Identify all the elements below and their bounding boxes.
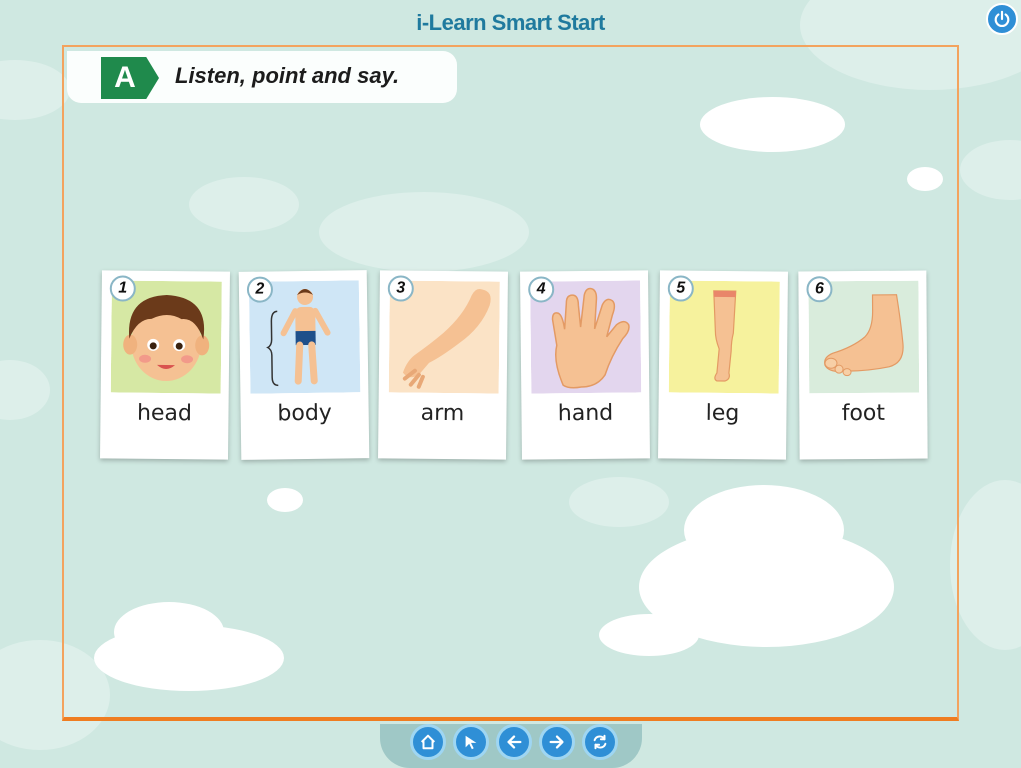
flashcard-body[interactable]: 2 body bbox=[238, 270, 370, 460]
background-cloud bbox=[319, 192, 529, 272]
flashcard-arm[interactable]: 3 arm bbox=[378, 270, 508, 460]
refresh-button[interactable] bbox=[582, 724, 618, 760]
background-cloud bbox=[114, 602, 224, 662]
activity-badge: A bbox=[101, 57, 159, 99]
refresh-icon bbox=[593, 734, 607, 750]
background-cloud bbox=[599, 614, 699, 656]
flashcard-leg[interactable]: 5 leg bbox=[658, 270, 788, 460]
instruction-text: Listen, point and say. bbox=[175, 63, 400, 88]
power-button[interactable] bbox=[986, 3, 1018, 35]
home-icon bbox=[420, 734, 436, 750]
pointer-button[interactable] bbox=[453, 724, 489, 760]
background-cloud bbox=[950, 480, 1021, 650]
card-number: 4 bbox=[528, 276, 555, 303]
background-cloud bbox=[684, 485, 844, 575]
card-word: leg bbox=[705, 400, 740, 427]
home-button[interactable] bbox=[410, 724, 446, 760]
card-word: body bbox=[277, 400, 333, 427]
activity-stage: A Listen, point and say. 1 head 2 body 3… bbox=[62, 45, 959, 721]
card-word: head bbox=[136, 400, 193, 427]
card-word: hand bbox=[557, 400, 614, 427]
card-number: 1 bbox=[109, 275, 136, 302]
background-cloud bbox=[0, 360, 50, 420]
background-cloud bbox=[0, 60, 70, 120]
flashcard-foot[interactable]: 6 foot bbox=[798, 270, 928, 460]
power-icon bbox=[994, 10, 1010, 28]
app-title: i-Learn Smart Start bbox=[416, 10, 605, 35]
instruction-banner: A Listen, point and say. bbox=[67, 51, 457, 103]
flashcard-hand[interactable]: 4 hand bbox=[520, 270, 650, 460]
card-number: 3 bbox=[387, 275, 414, 302]
back-button[interactable] bbox=[496, 724, 532, 760]
background-cloud bbox=[267, 488, 303, 512]
back-arrow-icon bbox=[507, 735, 522, 749]
background-cloud bbox=[569, 477, 669, 527]
flashcard-head[interactable]: 1 head bbox=[100, 270, 230, 460]
forward-button[interactable] bbox=[539, 724, 575, 760]
pointer-icon bbox=[465, 735, 477, 750]
card-word: foot bbox=[841, 400, 886, 427]
forward-arrow-icon bbox=[549, 735, 564, 749]
background-cloud bbox=[960, 140, 1021, 200]
card-number: 6 bbox=[806, 276, 833, 303]
background-cloud bbox=[700, 97, 845, 152]
card-word: arm bbox=[420, 400, 465, 427]
background-cloud bbox=[907, 167, 943, 191]
background-cloud bbox=[189, 177, 299, 232]
card-number: 5 bbox=[667, 275, 694, 302]
